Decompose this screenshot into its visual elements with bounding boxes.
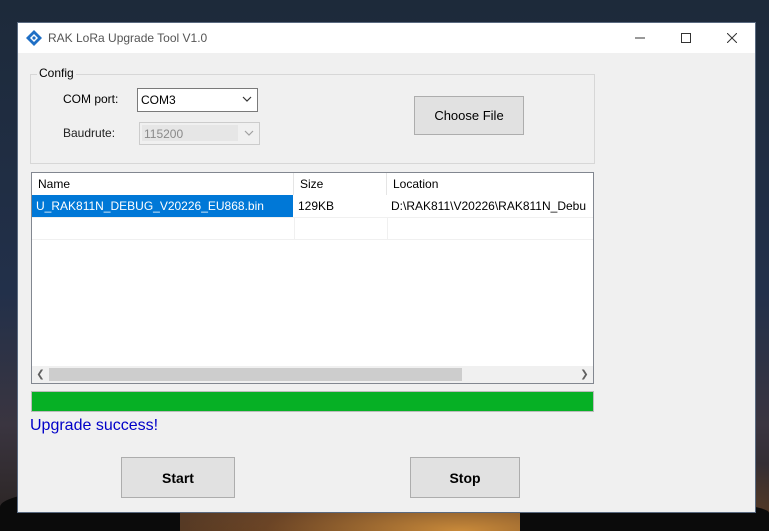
scrollbar-thumb[interactable] [49, 368, 462, 381]
close-button[interactable] [709, 23, 755, 53]
start-button[interactable]: Start [121, 457, 235, 498]
com-port-label: COM port: [63, 92, 119, 106]
baud-rate-select[interactable]: 115200 [139, 122, 260, 145]
app-window: RAK LoRa Upgrade Tool V1.0 Config COM po… [17, 22, 756, 513]
chevron-down-icon [240, 91, 254, 107]
status-text: Upgrade success! [30, 417, 159, 434]
grid-line [32, 239, 593, 240]
upgrade-progress-bar [31, 391, 594, 412]
scroll-right-icon[interactable]: ❯ [576, 366, 593, 383]
rak-diamond-icon [26, 30, 42, 46]
file-name-cell: U_RAK811N_DEBUG_V20226_EU868.bin [32, 195, 293, 217]
grid-line [294, 217, 295, 239]
chevron-down-icon [242, 125, 256, 141]
progress-fill [32, 392, 593, 411]
horizontal-scrollbar[interactable]: ❮ ❯ [32, 366, 593, 383]
choose-file-button[interactable]: Choose File [414, 96, 524, 135]
column-header-name[interactable]: Name [32, 173, 294, 195]
com-port-select[interactable]: COM3 [137, 88, 258, 112]
grid-line [387, 217, 388, 239]
close-icon [727, 33, 737, 43]
column-header-size[interactable]: Size [294, 173, 387, 195]
com-port-value: COM3 [141, 93, 176, 107]
maximize-icon [681, 33, 691, 43]
file-size-cell: 129KB [298, 199, 335, 213]
maximize-button[interactable] [663, 23, 709, 53]
minimize-icon [635, 37, 645, 39]
file-list[interactable]: Name Size Location U_RAK811N_DEBUG_V2022… [31, 172, 594, 384]
table-row[interactable]: U_RAK811N_DEBUG_V20226_EU868.bin 129KB D… [32, 195, 593, 217]
config-group-title: Config [37, 66, 76, 80]
baud-value: 115200 [144, 127, 184, 141]
title-bar[interactable]: RAK LoRa Upgrade Tool V1.0 [18, 23, 755, 53]
file-list-header: Name Size Location [32, 173, 593, 195]
grid-line [32, 217, 593, 218]
minimize-button[interactable] [617, 23, 663, 53]
window-title: RAK LoRa Upgrade Tool V1.0 [48, 31, 208, 45]
stop-button[interactable]: Stop [410, 457, 520, 498]
scroll-left-icon[interactable]: ❮ [32, 366, 49, 383]
baud-label: Baudrute: [63, 126, 116, 140]
file-location-cell: D:\RAK811\V20226\RAK811N_Debu [391, 199, 587, 213]
column-header-location[interactable]: Location [387, 173, 593, 195]
